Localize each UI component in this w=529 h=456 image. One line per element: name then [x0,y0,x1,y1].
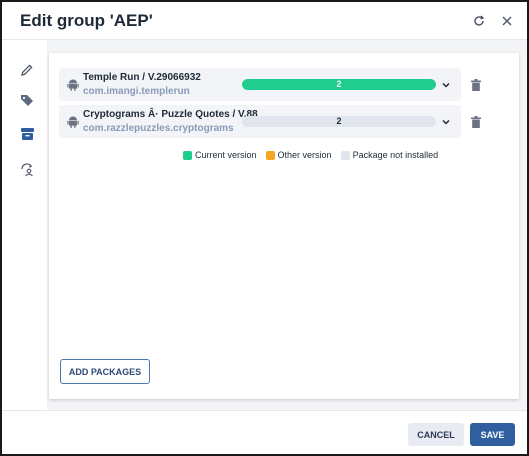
legend-item-not-installed: Package not installed [340,150,439,160]
sidebar-item-packages[interactable] [17,124,37,144]
legend-swatch [265,150,275,160]
save-button[interactable]: SAVE [470,423,515,446]
legend-label: Other version [277,150,332,160]
version-count: 2 [336,116,342,126]
package-row[interactable]: Cryptograms Â· Puzzle Quotes / V.88 com.… [59,105,461,138]
sync-user-icon [20,163,33,177]
legend-item-current: Current version [183,150,257,160]
android-icon [67,79,79,91]
package-name: Temple Run / V.29066932 [83,72,201,83]
android-icon [67,116,79,128]
edit-group-dialog: Edit group 'AEP' Temple Run / V.29066932… [0,0,529,456]
footer-divider [2,410,527,411]
version-bar: 2 [242,79,436,90]
sidebar-item-edit[interactable] [17,60,37,80]
add-packages-button[interactable]: ADD PACKAGES [60,359,150,384]
legend: Current version Other version Package no… [183,149,447,161]
version-bar: 2 [242,116,436,127]
chevron-down-icon[interactable] [441,80,451,90]
dialog-header: Edit group 'AEP' [2,2,527,40]
package-id: com.imangi.templerun [83,86,190,97]
sidebar-item-tags[interactable] [17,91,37,111]
tags-icon [20,95,33,106]
pencil-icon [21,64,33,76]
refresh-icon[interactable] [471,13,487,29]
legend-label: Package not installed [352,150,439,160]
legend-swatch [183,150,192,160]
package-id: com.razzlepuzzles.cryptograms [83,123,234,134]
sidebar-item-sync[interactable] [17,160,37,180]
legend-swatch [340,150,350,160]
chevron-down-icon[interactable] [441,117,451,127]
version-count: 2 [336,79,342,89]
archive-icon [20,128,34,140]
legend-item-other: Other version [265,150,332,160]
sidebar [2,40,47,410]
package-name: Cryptograms Â· Puzzle Quotes / V.88 [83,109,258,120]
trash-icon[interactable] [471,79,481,91]
package-row[interactable]: Temple Run / V.29066932 com.imangi.templ… [59,68,461,101]
dialog-title: Edit group 'AEP' [20,11,153,30]
legend-label: Current version [195,150,257,160]
trash-icon[interactable] [471,116,481,128]
cancel-button[interactable]: CANCEL [408,423,464,446]
close-icon[interactable] [499,13,515,29]
